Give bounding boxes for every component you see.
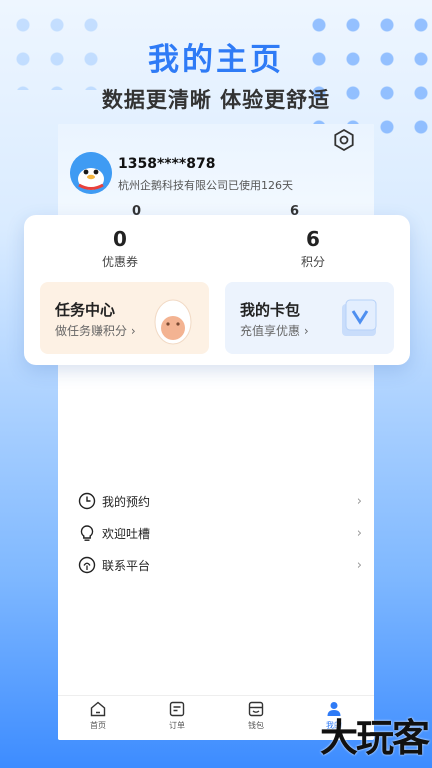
tab-orders[interactable]: 订单 [147, 700, 207, 731]
tab-wallet[interactable]: 钱包 [226, 700, 286, 731]
menu-item-contact[interactable]: 联系平台 › [78, 550, 362, 580]
settings-icon[interactable] [332, 128, 356, 152]
tab-label: 首页 [90, 721, 106, 730]
task-center-subtitle: 做任务赚积分 › [55, 324, 136, 338]
clock-icon [78, 492, 96, 510]
menu-item-appointments[interactable]: 我的预约 › [78, 486, 362, 516]
card-wallet-title: 我的卡包 [240, 301, 301, 319]
points-count: 6 [306, 227, 320, 251]
task-center-tile[interactable]: 任务中心 做任务赚积分 › [40, 282, 209, 354]
menu-item-label: 我的预约 [102, 494, 151, 509]
wallet-icon [248, 701, 264, 717]
page-subheadline: 数据更清晰 体验更舒适 [101, 88, 331, 112]
points-label: 积分 [300, 255, 325, 269]
chevron-right-icon: › [356, 557, 362, 573]
menu-item-feedback[interactable]: 欢迎吐槽 › [78, 518, 362, 548]
coupon-count: 0 [113, 227, 127, 251]
tab-label: 钱包 [248, 721, 264, 730]
coupon-label: 优惠券 [101, 255, 138, 269]
penguin-avatar-icon [70, 152, 112, 194]
home-icon [90, 701, 106, 717]
menu-item-label: 欢迎吐槽 [102, 526, 151, 541]
avatar[interactable] [70, 152, 112, 194]
menu-item-label: 联系平台 [102, 558, 151, 573]
voucher-card-icon [342, 299, 377, 336]
lightbulb-icon [80, 525, 94, 541]
points-stat[interactable]: 6 积分 [253, 227, 373, 270]
headset-icon [78, 556, 96, 574]
card-wallet-subtitle: 充值享优惠 › [240, 324, 309, 338]
stats-card: 0 优惠券 6 积分 任务中心 做任务赚积分 › 我的卡包 充值享优惠 › [24, 215, 410, 365]
tab-label: 订单 [169, 721, 185, 730]
chevron-right-icon: › [356, 493, 362, 509]
company-usage-text: 杭州企鹅科技有限公司已使用126天 [118, 179, 293, 192]
user-phone-number: 1358****878 [118, 156, 216, 172]
task-center-title: 任务中心 [55, 301, 116, 319]
chevron-right-icon: › [356, 525, 362, 541]
coupon-stat[interactable]: 0 优惠券 [60, 227, 180, 270]
page-headline: 我的主页 [148, 42, 284, 78]
watermark-logo: 大玩客 [319, 715, 430, 760]
egg-mascot-icon [154, 299, 192, 345]
order-icon [169, 701, 185, 717]
tab-home[interactable]: 首页 [68, 700, 128, 731]
card-wallet-tile[interactable]: 我的卡包 充值享优惠 › [225, 282, 394, 354]
